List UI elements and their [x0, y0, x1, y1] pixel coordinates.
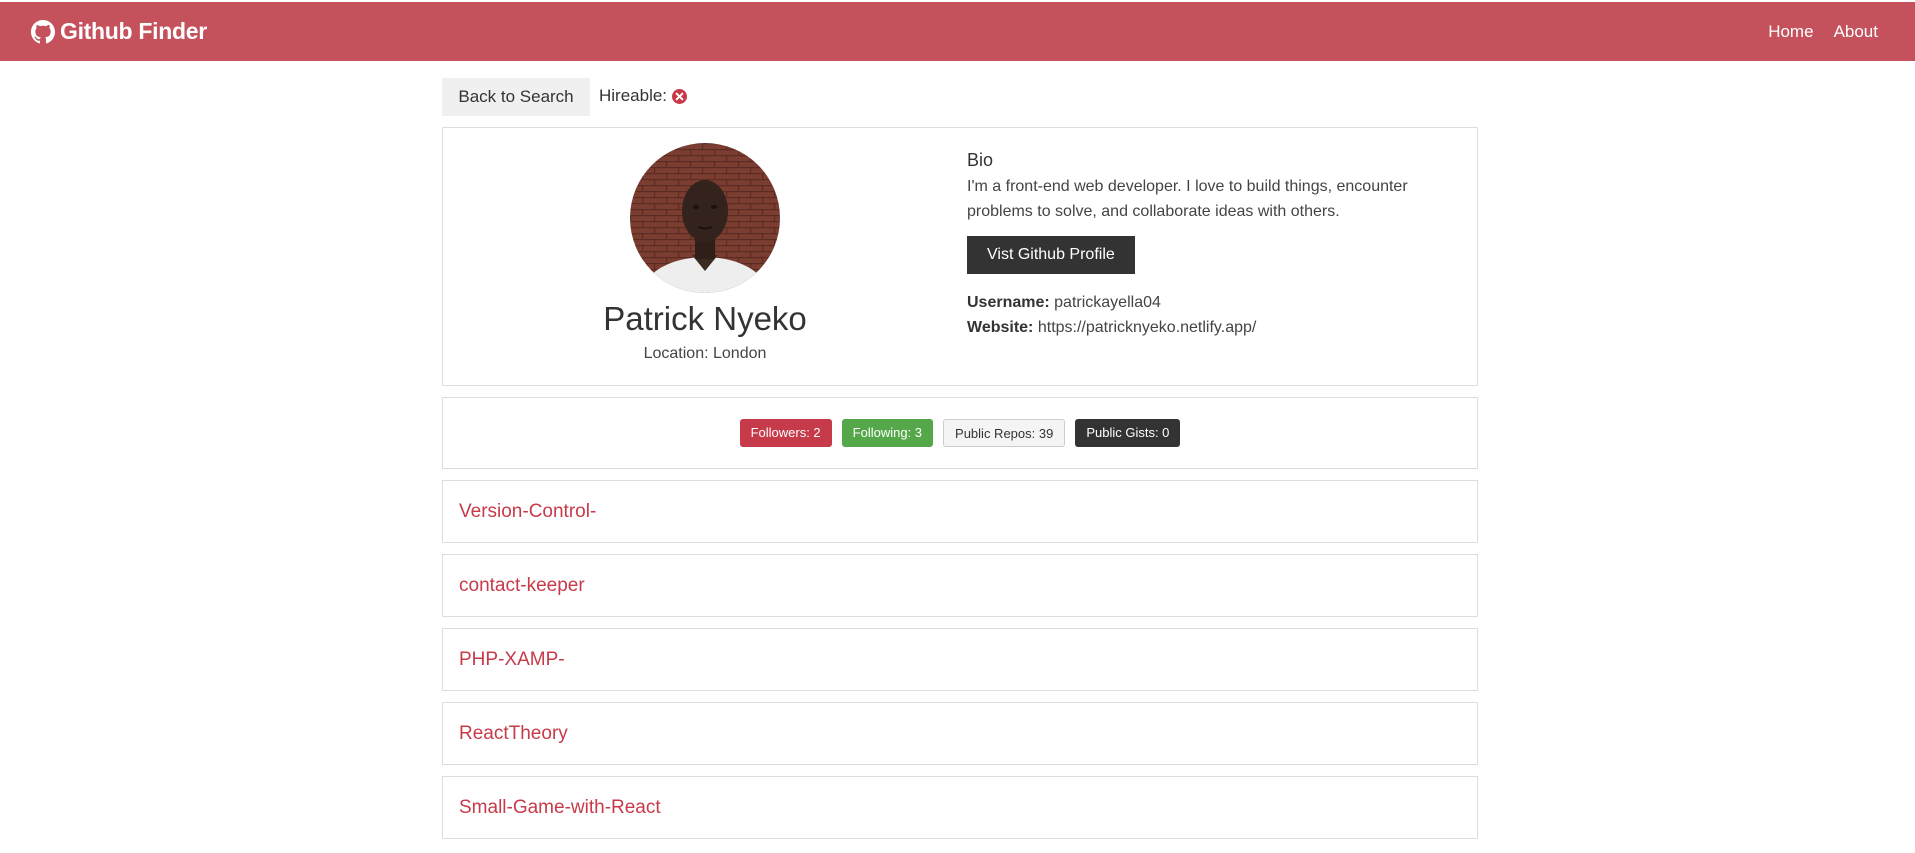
username-label: Username: — [967, 294, 1050, 311]
nav-link-about[interactable]: About — [1834, 22, 1878, 42]
stats-card: Followers: 2 Following: 3 Public Repos: … — [442, 397, 1478, 469]
website-value[interactable]: https://patricknyeko.netlify.app/ — [1038, 319, 1256, 336]
nav-link-home[interactable]: Home — [1768, 22, 1813, 42]
times-circle-icon — [672, 88, 688, 104]
repo-item: contact-keeper — [442, 554, 1478, 617]
repo-item: Small-Game-with-React — [442, 776, 1478, 839]
repo-item: ReactTheory — [442, 702, 1478, 765]
nav-links: Home About — [1768, 2, 1878, 61]
back-to-search-button[interactable]: Back to Search — [442, 78, 590, 116]
website-label: Website: — [967, 319, 1034, 336]
repo-link[interactable]: ReactTheory — [459, 723, 568, 745]
github-icon — [31, 19, 55, 44]
hireable-status: Hireable: — [599, 86, 688, 106]
followers-badge: Followers: 2 — [739, 419, 832, 447]
repo-item: Version-Control- — [442, 480, 1478, 543]
brand-title: Github Finder — [60, 18, 207, 44]
website-row: Website: https://patricknyeko.netlify.ap… — [967, 315, 1477, 340]
top-bar: Back to Search Hireable: — [442, 78, 1478, 116]
username-row: Username: patrickayella04 — [967, 290, 1477, 315]
hireable-label: Hireable: — [599, 86, 668, 105]
repo-link[interactable]: Small-Game-with-React — [459, 797, 661, 819]
public-gists-badge: Public Gists: 0 — [1075, 419, 1181, 447]
repo-item: PHP-XAMP- — [442, 628, 1478, 691]
bio-text: I'm a front-end web developer. I love to… — [967, 178, 1408, 220]
profile-card: Patrick Nyeko Location: London Bio I'm a… — [442, 127, 1478, 386]
profile-details: Bio I'm a front-end web developer. I lov… — [967, 128, 1477, 385]
brand[interactable]: Github Finder — [31, 2, 207, 61]
public-repos-badge: Public Repos: 39 — [943, 419, 1066, 447]
repo-link[interactable]: PHP-XAMP- — [459, 649, 565, 671]
navbar: Github Finder Home About — [0, 2, 1915, 61]
username-value: patrickayella04 — [1054, 294, 1161, 311]
repo-link[interactable]: Version-Control- — [459, 501, 596, 523]
profile-summary: Patrick Nyeko Location: London — [443, 128, 967, 385]
avatar — [630, 143, 780, 293]
info-list: Username: patrickayella04 Website: https… — [967, 290, 1477, 340]
bio-heading: Bio — [967, 150, 994, 170]
visit-github-profile-button[interactable]: Vist Github Profile — [967, 236, 1135, 274]
profile-name: Patrick Nyeko — [603, 300, 807, 337]
following-badge: Following: 3 — [841, 419, 934, 447]
profile-location: Location: London — [643, 345, 767, 362]
main-content: Back to Search Hireable: Patrick Nyeko L… — [442, 78, 1478, 839]
repo-link[interactable]: contact-keeper — [459, 575, 585, 597]
